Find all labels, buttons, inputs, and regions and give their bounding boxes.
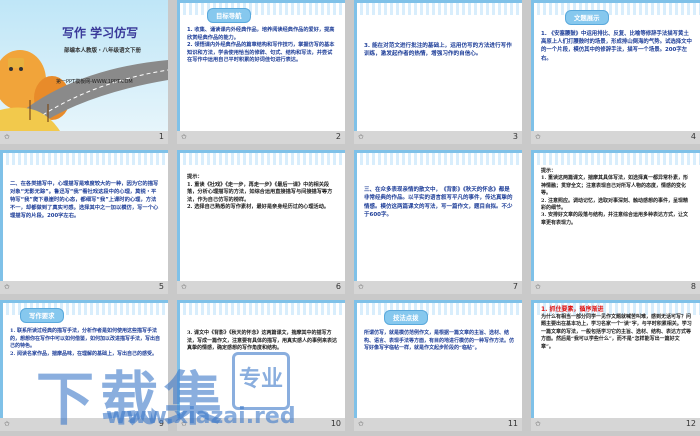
slide-body: 提示： 1. 重读这两篇课文，揣摩其具体写法，如选择真一都异常朴素，形神情融；贯穿… (541, 168, 688, 226)
slide-thumbnail-2[interactable]: 目标导航 1. 收集、诵读课内外经典作品，培养阅读经典作品的爱好，提高欣赏经典作… (177, 0, 345, 131)
slide-thumbnail-7[interactable]: 三、在众多表现亲情的散文中，《背影》《秋天的怀念》都是非常经典的作品。以平实的语… (354, 150, 522, 281)
slide-caption-7: ✩ 7 (354, 281, 522, 294)
section-tag: 文题展示 (565, 10, 609, 25)
slide-thumbnail-12[interactable]: 1. 抓住要素，循序渐进 为什么有相当一部分同学一见作文题就喊苦叫难，感到无话可… (531, 300, 700, 431)
section-tag: 技法点拨 (384, 310, 428, 325)
slide-caption-10: ✩ 10 (177, 418, 345, 431)
slide-caption-8: ✩ 8 (531, 281, 700, 294)
section-tag: 写作要求 (20, 308, 64, 323)
slide-caption-6: ✩ 6 (177, 281, 345, 294)
slide-heading: 1. 抓住要素，循序渐进 (541, 306, 604, 313)
slide-thumbnail-3[interactable]: 3. 能在对范文进行批注的基础上，运用仿写的方法进行写作训练，激发起作者的热情，… (354, 0, 522, 131)
presentation-title: 写作 学习仿写 (62, 26, 139, 40)
slide-body: 3. 课文中《背影》《秋天的怀念》这两篇课文，揣摩其中的描写方法，写成一篇作文，… (187, 330, 338, 352)
slide-caption-1: ✩ 1 (0, 131, 168, 144)
slide-body: 1. 联系所读过经典的描写手法，分析作者是如何使用这些描写手法的，想想你在写作中… (10, 328, 161, 357)
slide-thumbnail-6[interactable]: 提示： 1. 重读《社戏》《走一步，再走一步》《最后一课》中的相关段落，分析心理描… (177, 150, 345, 281)
slide-sorter-grid: 写作 学习仿写 部编本人教版・八年级语文下册 第一PPT模板网-WWW.1PPT… (0, 0, 700, 431)
slide-body: 三、在众多表现亲情的散文中，《背影》《秋天的怀念》都是非常经典的作品。以平实的语… (364, 187, 513, 219)
slide-thumbnail-8[interactable]: 提示： 1. 重读这两篇课文，揣摩其具体写法，如选择真一都异常朴素，形神情融；贯穿… (531, 150, 700, 281)
slide-body: 1. 抓住要素，循序渐进 为什么有相当一部分同学一见作文题就喊苦叫难，感到无话可… (541, 306, 692, 350)
slide-thumbnail-4[interactable]: 文题展示 1. 《安塞腰鼓》中运用排比、反复、比喻等修辞手法描写黄土高原上人们打… (531, 0, 700, 131)
presentation-subtitle: 部编本人教版・八年级语文下册 (64, 48, 142, 54)
slide-thumbnail-5[interactable]: 二、在各类描写中，心理描写是难度较大的一种，因为它的描写对象“无影无踪”。鲁迅写… (0, 150, 168, 281)
slide-thumbnail-10[interactable]: 3. 课文中《背影》《秋天的怀念》这两篇课文，揣摩其中的描写方法，写成一篇作文，… (177, 300, 345, 431)
road-illustration (0, 50, 168, 131)
slide-body: 所谓仿写，就是模仿范例作文，是根据一篇文章的主旨、选材、结构、语言、表现手法等方… (364, 330, 515, 352)
brand-text: 第一PPT模板网-WWW.1PPT.COM (56, 79, 133, 85)
slide-thumbnail-9[interactable]: 写作要求 1. 联系所读过经典的描写手法，分析作者是如何使用这些描写手法的，想想… (0, 300, 168, 431)
slide-body: 1. 《安塞腰鼓》中运用排比、反复、比喻等修辞手法描写黄土高原上人们打腰鼓时的场… (541, 31, 692, 62)
slide-thumbnail-1[interactable]: 写作 学习仿写 部编本人教版・八年级语文下册 第一PPT模板网-WWW.1PPT… (0, 0, 168, 131)
slide-body: 1. 收集、诵读课内外经典作品，培养阅读经典作品的爱好，提高欣赏经典作品的能力。… (187, 27, 335, 64)
slide-caption-12: ✩ 12 (531, 418, 700, 431)
section-tag: 目标导航 (207, 8, 251, 23)
slide-body: 3. 能在对范文进行批注的基础上，运用仿写的方法进行写作训练，激发起作者的热情，… (364, 43, 512, 58)
slide-body: 二、在各类描写中，心理描写是难度较大的一种，因为它的描写对象“无影无踪”。鲁迅写… (10, 181, 159, 219)
slide-body: 提示： 1. 重读《社戏》《走一步，再走一步》《最后一课》中的相关段落，分析心理描… (187, 174, 333, 211)
slide-thumbnail-11[interactable]: 技法点拨 所谓仿写，就是模仿范例作文，是根据一篇文章的主旨、选材、结构、语言、表… (354, 300, 522, 431)
slide-caption-9: ✩ 9 (0, 418, 168, 431)
slide-caption-11: ✩ 11 (354, 418, 522, 431)
slide-caption-2: ✩ 2 (177, 131, 345, 144)
slide-caption-4: ✩ 4 (531, 131, 700, 144)
slide-caption-5: ✩ 5 (0, 281, 168, 294)
slide-caption-3: ✩ 3 (354, 131, 522, 144)
